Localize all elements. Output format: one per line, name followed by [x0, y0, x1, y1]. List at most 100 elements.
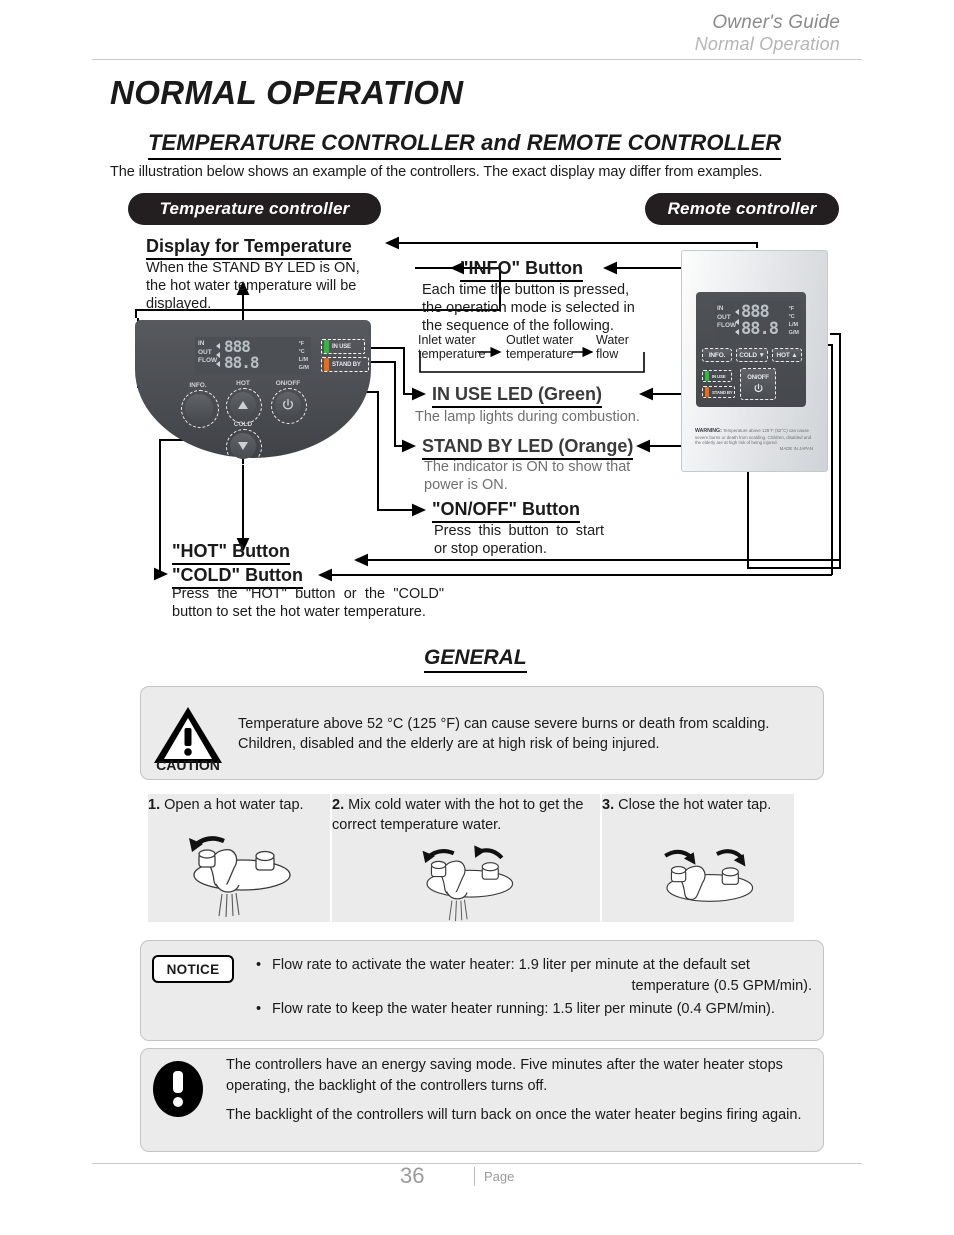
hot-button-caption: HOT — [236, 380, 250, 387]
remote-hot-button[interactable]: HOT ▲ — [772, 348, 802, 362]
notice-item-1: • Flow rate to activate the water heater… — [252, 955, 812, 997]
step-caption-3: 3. Close the hot water tap. — [602, 795, 798, 815]
hot-button[interactable] — [226, 388, 262, 424]
cold-button-caption: COLD — [233, 421, 253, 428]
callout-onoff-body: Press this button to start or stop opera… — [434, 523, 604, 557]
exclamation-circle-icon — [153, 1061, 203, 1117]
footer-divider — [92, 1163, 862, 1164]
stand-by-led-indicator: STAND BY — [321, 357, 369, 372]
remote-stand-by-led-chip-icon — [705, 387, 709, 397]
step-number-1: 1. — [148, 797, 161, 813]
lcd-row-labels: IN OUT FLOW — [198, 340, 217, 366]
stand-by-led-chip-icon — [324, 358, 329, 371]
step-caption-2: 2. Mix cold water with the hot to get th… — [332, 795, 600, 835]
remote-warning-bold: WARNING: — [695, 428, 722, 434]
remote-lcd-unit-f: °F — [788, 306, 795, 312]
arrow-down-icon — [238, 442, 248, 450]
callout-display-body: When the STAND BY LED is ON, the hot wat… — [146, 260, 360, 312]
remote-lcd-pointer-in-icon — [735, 309, 739, 315]
step-text-3: Close the hot water tap. — [614, 797, 772, 813]
caution-word: CAUTION — [156, 757, 220, 773]
lcd-unit-lm: L/M — [298, 357, 309, 363]
remote-in-use-led-label: IN USE — [712, 373, 726, 379]
sequence-step-2: Outlet water temperature — [506, 333, 574, 361]
step-number-3: 3. — [602, 797, 615, 813]
callout-display-title: Display for Temperature — [146, 236, 352, 260]
remote-lcd-row-flow: FLOW — [717, 322, 737, 329]
remote-controller-unit: IN OUT FLOW 888 88.8 °F °C L/M G/M INFO.… — [681, 250, 828, 472]
temperature-controller-unit: IN OUT FLOW 888 88.8 °F °C L/M G/M IN US… — [135, 320, 371, 465]
page-header: Owner's Guide Normal Operation — [0, 12, 954, 55]
cold-button-face[interactable] — [230, 433, 256, 459]
document-page: Owner's Guide Normal Operation NORMAL OP… — [0, 0, 954, 1235]
callout-in-use-led-title: IN USE LED (Green) — [432, 384, 603, 408]
label-remote-controller: Remote controller — [645, 193, 839, 225]
in-use-led-chip-icon — [324, 340, 329, 353]
remote-lcd-row-labels: IN OUT FLOW — [717, 305, 736, 331]
remote-lcd-row-in: IN — [717, 305, 724, 312]
remote-lcd: IN OUT FLOW 888 88.8 °F °C L/M G/M — [715, 301, 801, 341]
notice-badge: NOTICE — [152, 955, 234, 983]
page-word-label: Page — [484, 1169, 515, 1184]
header-title: Owner's Guide — [712, 12, 840, 33]
notice-item-2-line1: Flow rate to keep the water heater runni… — [272, 1001, 775, 1017]
lcd-digits-bottom: 88.8 — [224, 353, 260, 372]
notice-item-2: • Flow rate to keep the water heater run… — [252, 999, 812, 1020]
notice-list: • Flow rate to activate the water heater… — [252, 955, 812, 1022]
callout-stand-by-led-title: STAND BY LED (Orange) — [422, 436, 634, 460]
faucet-illustration-3 — [664, 849, 754, 902]
callout-onoff-title: "ON/OFF" Button — [432, 499, 581, 523]
remote-stand-by-led: STAND BY — [702, 386, 735, 398]
remote-in-use-led-chip-icon — [705, 371, 709, 381]
remote-power-icon — [753, 383, 763, 392]
faucet-illustration-1 — [189, 836, 291, 918]
page-number: 36 — [400, 1163, 425, 1188]
remote-in-use-led: IN USE — [702, 370, 732, 382]
remote-onoff-button[interactable]: ON/OFF — [740, 368, 776, 400]
info-button[interactable] — [181, 390, 219, 428]
callout-hot-cold-body: Press the "HOT" button or the "COLD" but… — [172, 586, 444, 620]
energy-paragraph-2: The backlight of the controllers will tu… — [226, 1107, 802, 1123]
lcd-units: °F °C L/M G/M — [299, 340, 309, 372]
temperature-controller-lcd: IN OUT FLOW 888 88.8 °F °C L/M G/M — [195, 337, 311, 375]
lcd-pointer-in-icon — [216, 343, 220, 349]
remote-lcd-unit-lm: L/M — [788, 322, 799, 328]
remote-lcd-digits-top: 888 — [741, 302, 770, 322]
remote-lcd-pointer-out-icon — [735, 319, 739, 325]
page-title: NORMAL OPERATION — [110, 74, 464, 111]
remote-made-in-label: MADE IN JAPAN — [779, 445, 813, 451]
header-subtitle: Normal Operation — [694, 34, 840, 54]
cold-button[interactable] — [226, 429, 262, 465]
power-icon — [282, 399, 294, 410]
info-button-face[interactable] — [185, 394, 213, 422]
sequence-step-3: Water flow — [596, 333, 629, 361]
step-caption-1: 1. Open a hot water tap. — [148, 795, 334, 815]
info-sequence-diagram: Inlet water temperature Outlet water tem… — [418, 333, 646, 377]
sequence-step-1: Inlet water temperature — [418, 333, 486, 361]
section-heading-controllers: TEMPERATURE CONTROLLER and REMOTE CONTRO… — [148, 130, 782, 160]
in-use-led-label: IN USE — [332, 343, 351, 350]
bullet-icon: • — [256, 1001, 262, 1017]
lcd-pointer-flow-icon — [216, 361, 220, 367]
step-number-2: 2. — [332, 797, 345, 813]
lcd-unit-f: °F — [298, 341, 305, 347]
bullet-icon: • — [256, 957, 262, 973]
faucet-illustration-2 — [422, 845, 514, 922]
onoff-button-face[interactable] — [275, 392, 301, 418]
lcd-unit-c: °C — [298, 349, 305, 355]
onoff-button-caption: ON/OFF — [275, 380, 301, 387]
remote-info-button[interactable]: INFO. — [702, 348, 732, 362]
lcd-unit-gm: G/M — [298, 365, 309, 371]
hot-button-face[interactable] — [230, 392, 256, 418]
remote-cold-button[interactable]: COLD ▼ — [736, 348, 768, 362]
intro-text: The illustration below shows an example … — [110, 164, 763, 180]
notice-item-1-line2: temperature (0.5 GPM/min). — [631, 978, 813, 994]
info-button-caption: INFO. — [189, 382, 207, 389]
step-text-2: Mix cold water with the hot to get the c… — [332, 797, 584, 833]
caution-text: Temperature above 52 °C (125 °F) can cau… — [238, 716, 770, 752]
callout-info-body: Each time the button is pressed, the ope… — [422, 282, 635, 334]
remote-lcd-unit-gm: G/M — [788, 330, 799, 336]
remote-onoff-label: ON/OFF — [747, 374, 769, 381]
onoff-button[interactable] — [271, 388, 307, 424]
callout-hot-title: "HOT" Button — [172, 541, 291, 565]
